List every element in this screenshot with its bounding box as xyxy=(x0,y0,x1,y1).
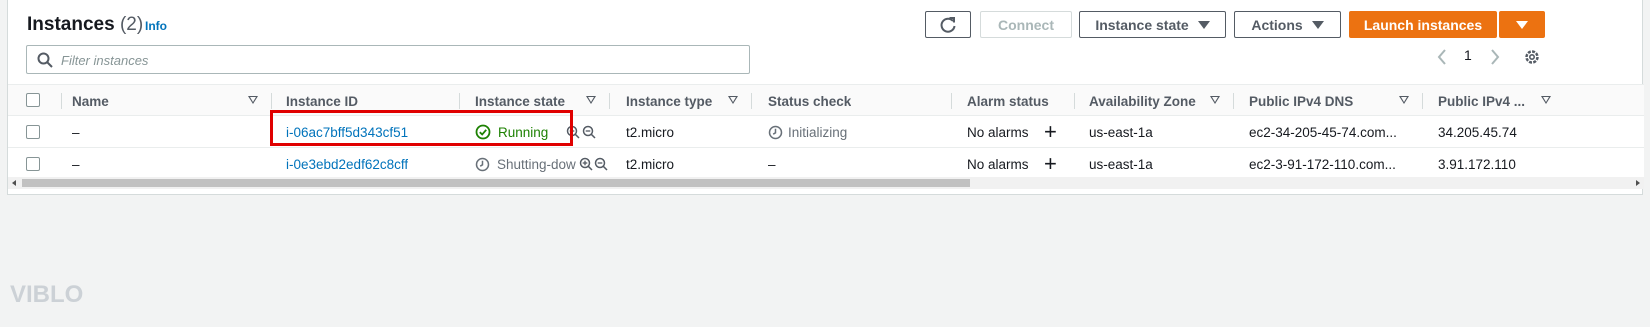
check-circle-icon xyxy=(475,124,491,140)
zoom-in-icon[interactable] xyxy=(579,157,593,171)
zoom-out-icon[interactable] xyxy=(594,157,608,171)
table-header: Name Instance ID Instance state Instance… xyxy=(8,84,1644,116)
col-header-instance-type[interactable]: Instance type xyxy=(626,85,712,117)
column-divider xyxy=(459,93,460,109)
column-divider xyxy=(61,93,62,109)
col-header-availability-zone[interactable]: Availability Zone xyxy=(1089,85,1196,117)
col-header-public-ipv4-dns[interactable]: Public IPv4 DNS xyxy=(1249,85,1353,117)
row-checkbox[interactable] xyxy=(26,157,40,171)
gear-icon[interactable] xyxy=(1523,48,1541,66)
instance-state-button[interactable]: Instance state xyxy=(1079,11,1226,38)
sort-icon[interactable] xyxy=(1541,96,1551,104)
clock-icon xyxy=(475,157,490,171)
column-divider xyxy=(1074,93,1075,109)
caret-down-icon xyxy=(1197,20,1210,29)
state-label: Running xyxy=(498,124,549,140)
col-header-instance-state[interactable]: Instance state xyxy=(475,85,565,117)
column-divider xyxy=(1233,93,1234,109)
col-header-name[interactable]: Name xyxy=(72,85,109,117)
cell-alarm-status: No alarms xyxy=(967,156,1029,172)
cell-instance-type: t2.micro xyxy=(626,156,675,172)
col-header-alarm-status[interactable]: Alarm status xyxy=(967,85,1049,117)
page-number[interactable]: 1 xyxy=(1464,47,1472,63)
instances-panel: Instances (2) Info Connect Instance stat… xyxy=(7,0,1644,195)
add-alarm-icon[interactable]: + xyxy=(1044,116,1057,148)
filter-search[interactable] xyxy=(26,45,750,74)
table-row[interactable]: – i-06ac7bff5d343cf51 Running t2.micro I… xyxy=(8,116,1644,148)
cell-instance-state: Running xyxy=(475,116,548,148)
zoom-out-icon[interactable] xyxy=(582,125,596,139)
launch-dropdown-button[interactable] xyxy=(1499,11,1545,38)
cell-availability-zone: us-east-1a xyxy=(1089,156,1153,172)
cell-public-dns: ec2-3-91-172-110.com... xyxy=(1249,156,1396,172)
cell-instance-id[interactable]: i-06ac7bff5d343cf51 xyxy=(286,116,408,148)
zoom-in-icon[interactable] xyxy=(566,125,580,139)
select-all-checkbox[interactable] xyxy=(26,93,40,107)
watermark-logo: VIBLO xyxy=(10,281,84,308)
cell-public-ip: 34.205.45.74 xyxy=(1438,124,1517,140)
cell-public-dns: ec2-34-205-45-74.com... xyxy=(1249,124,1397,140)
title-text: Instances xyxy=(27,14,115,35)
connect-button[interactable]: Connect xyxy=(980,11,1072,38)
chevron-right-icon[interactable] xyxy=(1490,49,1500,65)
sort-icon[interactable] xyxy=(586,96,596,104)
refresh-icon xyxy=(940,16,956,33)
search-input[interactable] xyxy=(61,51,721,69)
scrollbar-thumb[interactable] xyxy=(22,179,970,187)
page-title: Instances (2) xyxy=(27,14,143,36)
instance-state-label: Instance state xyxy=(1095,16,1189,33)
scroll-right-icon[interactable] xyxy=(1634,177,1642,189)
col-header-status-check[interactable]: Status check xyxy=(768,85,851,117)
add-alarm-icon[interactable]: + xyxy=(1044,148,1057,180)
state-label: Shutting-dow xyxy=(497,156,576,172)
cell-name: – xyxy=(72,124,80,140)
column-divider xyxy=(751,93,752,109)
cell-public-ip: 3.91.172.110 xyxy=(1438,156,1516,172)
sort-icon[interactable] xyxy=(248,96,258,104)
connect-label: Connect xyxy=(998,16,1054,33)
sort-icon[interactable] xyxy=(1210,96,1220,104)
cell-name: – xyxy=(72,156,80,172)
table-row[interactable]: – i-0e3ebd2edf62c8cff Shutting-dow t2.mi… xyxy=(8,148,1644,180)
horizontal-scrollbar[interactable] xyxy=(8,177,1644,189)
instance-count: (2) xyxy=(119,14,144,35)
cell-status-check: – xyxy=(768,156,776,172)
cell-status-check: Initializing xyxy=(768,116,847,148)
actions-label: Actions xyxy=(1251,16,1303,33)
sort-icon[interactable] xyxy=(728,96,738,104)
column-divider xyxy=(1422,93,1423,109)
info-link[interactable]: Info xyxy=(145,19,167,33)
status-check-label: Initializing xyxy=(788,124,848,140)
caret-down-icon xyxy=(1311,20,1324,29)
cell-availability-zone: us-east-1a xyxy=(1089,124,1153,140)
chevron-left-icon[interactable] xyxy=(1437,49,1447,65)
sort-icon[interactable] xyxy=(1399,96,1409,104)
caret-down-icon xyxy=(1516,20,1528,29)
row-checkbox[interactable] xyxy=(26,125,40,139)
cell-alarm-status: No alarms xyxy=(967,124,1029,140)
cell-instance-id[interactable]: i-0e3ebd2edf62c8cff xyxy=(286,148,408,180)
column-divider xyxy=(951,93,952,109)
column-divider xyxy=(609,93,610,109)
launch-instances-button[interactable]: Launch instances xyxy=(1349,11,1497,38)
refresh-button[interactable] xyxy=(925,11,971,38)
actions-button[interactable]: Actions xyxy=(1234,11,1341,38)
col-header-public-ipv4[interactable]: Public IPv4 ... xyxy=(1438,85,1525,117)
cell-instance-state: Shutting-dow xyxy=(475,148,579,180)
col-header-instance-id[interactable]: Instance ID xyxy=(286,85,358,117)
search-icon xyxy=(37,52,53,68)
column-divider xyxy=(271,93,272,109)
scroll-left-icon[interactable] xyxy=(10,177,18,189)
launch-label: Launch instances xyxy=(1363,16,1483,33)
cell-instance-type: t2.micro xyxy=(626,124,675,140)
clock-icon xyxy=(768,125,783,139)
